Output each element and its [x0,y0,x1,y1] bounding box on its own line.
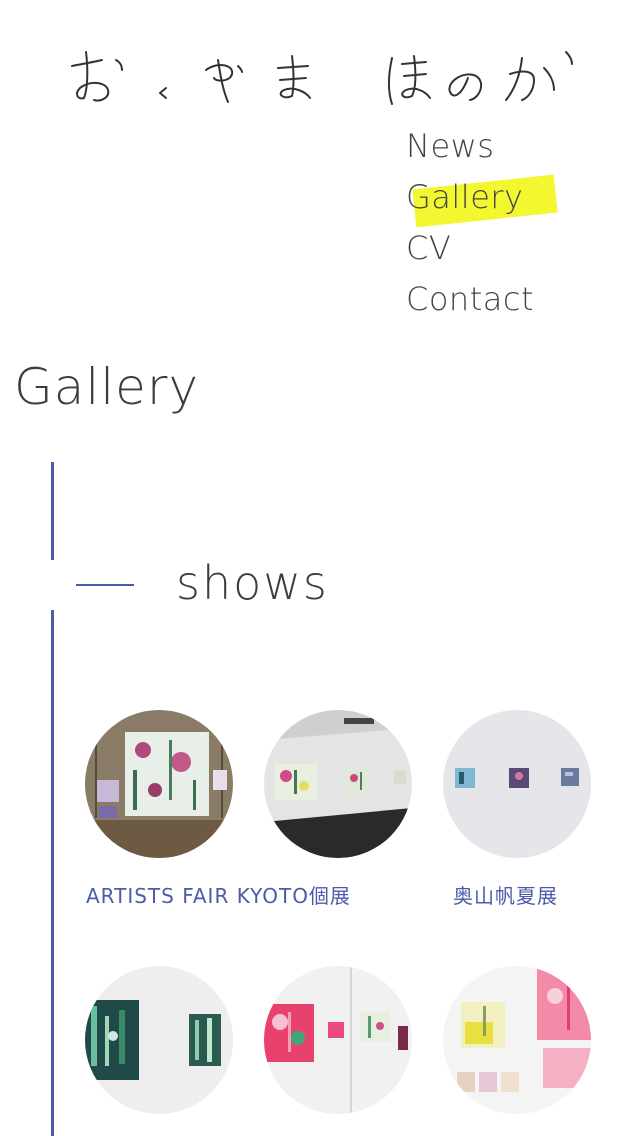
gallery-thumb-okuyama-show [443,710,591,858]
site-logo[interactable] [66,48,586,108]
main-nav: News Gallery CV Contact [406,124,558,328]
nav-contact[interactable]: Contact [406,277,534,328]
timeline-line-top [51,462,54,560]
timeline-line-bottom [51,610,54,1136]
section-title-shows: shows [176,556,329,610]
gallery-thumb-green-works [85,966,233,1114]
nav-cv-label: CV [406,229,452,267]
handwritten-logo-image [71,51,573,105]
gallery-thumb-gallery-room [264,710,412,858]
gallery-item-6[interactable] [443,966,591,1114]
gallery-caption-3[interactable]: 奥山帆夏展 [453,880,558,909]
gallery-item-5[interactable] [264,966,412,1114]
page-title: Gallery [14,358,200,416]
gallery-caption-1[interactable]: ARTISTS FAIR KYOTO個展 [86,880,351,909]
gallery-item-2[interactable] [264,710,412,858]
section-dash [76,584,134,586]
gallery-item-3[interactable] [443,710,591,858]
gallery-thumb-yellow-works [443,966,591,1114]
gallery-thumb-artists-fair [85,710,233,858]
gallery-item-4[interactable] [85,966,233,1114]
nav-contact-label: Contact [406,280,534,318]
gallery-thumb-pink-works [264,966,412,1114]
nav-cv[interactable]: CV [406,226,534,277]
nav-news-label: News [406,127,495,165]
nav-gallery-label: Gallery [406,178,524,216]
nav-news[interactable]: News [406,124,534,175]
gallery-item-1[interactable] [85,710,233,858]
